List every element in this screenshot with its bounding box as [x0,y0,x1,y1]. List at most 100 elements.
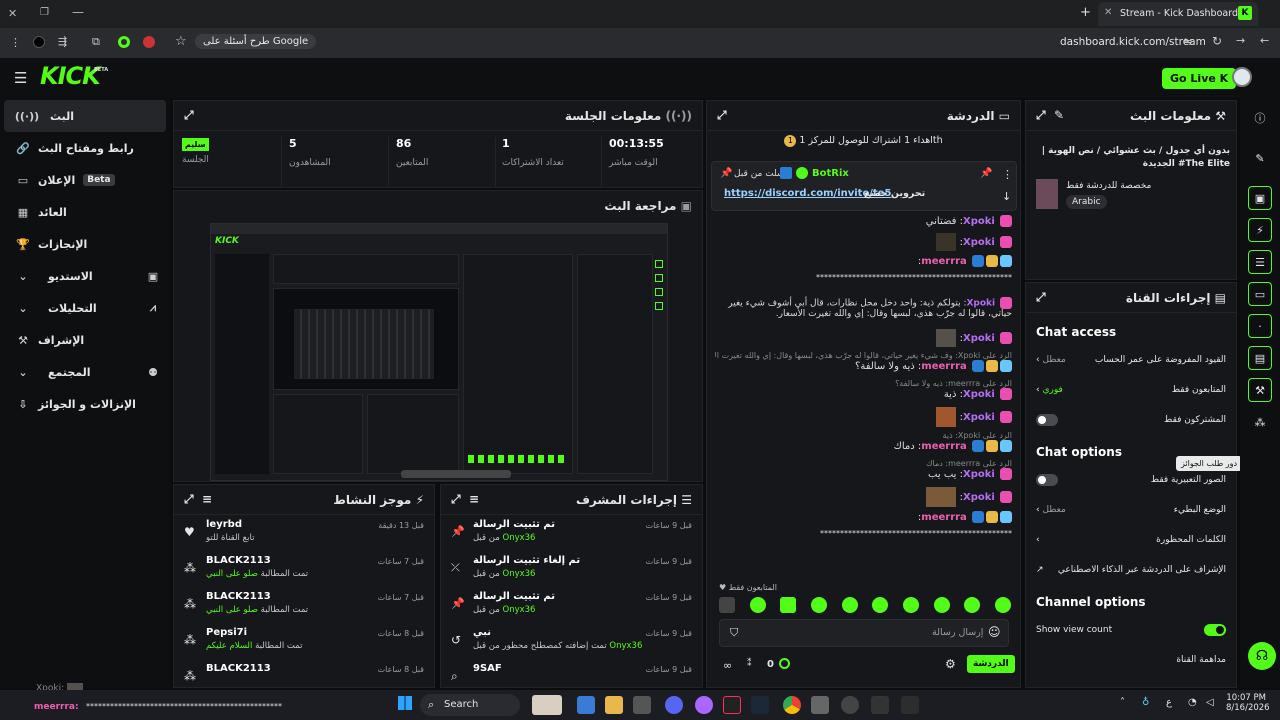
tab-close-icon[interactable]: ✕ [1104,7,1112,18]
kick-logo[interactable]: KICK [40,62,101,90]
mod-user[interactable]: Onyx36 [609,641,642,651]
chat-settings-icon[interactable]: ⚙ [945,657,956,671]
emote-8[interactable] [933,597,950,613]
expand-icon[interactable]: ⤢ [184,108,194,123]
emote-3[interactable] [780,597,797,613]
app4-icon[interactable] [901,696,919,714]
mod-user[interactable]: Onyx36 [503,605,536,615]
chat-button[interactable]: ▭ [1248,282,1272,306]
nav-item-studio[interactable]: ⌄ الاستديو ▣ [0,260,170,292]
google-ask-pill[interactable]: طرح أسئلة على Google [195,34,317,49]
mic-icon[interactable]: ♁ [1142,697,1149,708]
menu-dots-icon[interactable]: ⋮ [10,36,21,49]
stream-preview-video[interactable]: KICK [210,223,668,481]
chat-input[interactable]: ⛉ إرسال رسالة ☺ [719,619,1009,647]
nav-item-revenue[interactable]: ▦ العائد [0,196,170,228]
nav-item-stream[interactable]: ((·)) البث [4,100,166,132]
expand-icon[interactable]: ⤢ [1036,290,1046,305]
chat-username[interactable]: Xpoki [966,299,995,309]
site-settings-icon[interactable]: ⇋ [1183,35,1192,48]
taskbar-search[interactable]: ⌕ Search [420,694,520,716]
file-explorer-icon[interactable] [605,696,623,714]
nav-item-drops[interactable]: ⇩ الإنزالات و الجوائز [0,388,170,420]
chat-mod-icon[interactable]: ⁑ [747,659,752,669]
emote-1[interactable] [719,597,735,613]
tiktok-icon[interactable] [723,696,741,714]
puzzle-icon[interactable]: ⧉ [92,35,100,49]
wifi-icon[interactable]: ◔ [1188,697,1197,708]
emote-5[interactable] [841,597,858,613]
setting-ai-moderation[interactable]: الإشراف على الدردشة عبر الذكاء الاصطناعي… [1026,555,1236,585]
app3-icon[interactable] [871,696,889,714]
setting-slow-mode[interactable]: الوضع البطيء معطل › [1026,495,1236,525]
windows-start-icon[interactable] [398,696,412,710]
collapse-arrow-icon[interactable]: ↓ [1002,190,1011,203]
help-button[interactable]: ☊ [1248,642,1276,670]
emotes-only-toggle[interactable] [1036,474,1058,486]
rewards-icon[interactable]: ⁂ [1248,410,1272,434]
volume-icon[interactable]: ◁ [1206,697,1214,708]
broadcast-button[interactable]: · [1248,314,1272,338]
shield-icon[interactable]: ⛉ [730,626,738,640]
mod-user[interactable]: Onyx36 [503,569,536,579]
pinned-message[interactable]: 📌 أرسلت من قبل BotRix https://discord.co… [711,161,1017,211]
expand-icon[interactable]: ⤢ [184,492,194,506]
emoji-icon[interactable]: ☺ [988,625,1001,639]
chrome-icon[interactable] [783,696,801,714]
app-icon[interactable] [633,696,651,714]
expand-icon[interactable]: ⤢ [717,108,727,123]
nav-item-moderation[interactable]: ⚒ الإشراف [0,324,170,356]
subscribers-only-toggle[interactable] [1036,414,1058,426]
chat-username[interactable]: Xpoki [963,389,995,400]
setting-banned-words[interactable]: الكلمات المحظورة › [1026,525,1236,555]
emote-6[interactable] [872,597,889,613]
app2-icon[interactable] [695,696,713,714]
chat-username[interactable]: Xpoki [963,237,995,248]
setting-account-age[interactable]: القيود المفروضة على عمر الحساب معطل › [1026,345,1236,375]
settings-app-icon[interactable] [811,696,829,714]
chat-username[interactable]: Xpoki [963,216,995,227]
back-icon[interactable]: ← [1260,34,1269,47]
close-window-icon[interactable]: ✕ [8,7,17,20]
taskbar-task-view-icon[interactable] [577,696,595,714]
emote-2[interactable] [749,597,766,613]
setting-followers-only[interactable]: المتابعون فقط فوري › [1026,375,1236,405]
chat-username[interactable]: Xpoki [963,412,995,423]
emote-7[interactable] [902,597,919,613]
nav-item-key[interactable]: 🔗 رابط ومفتاح البث [0,132,170,164]
setting-subscribers-only[interactable]: المشتركون فقط [1026,405,1236,435]
obs-icon[interactable] [841,696,859,714]
taskbar-widget-icon[interactable] [532,695,562,715]
new-tab-icon[interactable]: + [1080,5,1091,20]
setting-raid[interactable]: مداهمة القناة [1026,645,1236,675]
stream-info-button[interactable]: ▣ [1248,186,1272,210]
chat-username[interactable]: Xpoki [963,492,995,503]
show-view-count-toggle[interactable] [1204,624,1226,636]
nav-item-ads[interactable]: ▭ الإعلان Beta [0,164,170,196]
user-avatar[interactable] [1232,67,1252,87]
channel-button[interactable]: ▤ [1248,346,1272,370]
chat-username[interactable]: meerrra [921,512,967,523]
forward-icon[interactable]: → [1236,34,1245,47]
list-button[interactable]: ☰ [1248,250,1272,274]
chat-username[interactable]: Xpoki [963,333,995,344]
moderation-button[interactable]: ⚒ [1248,378,1272,402]
pinned-user[interactable]: BotRix [812,168,849,179]
language-indicator[interactable]: ع [1166,697,1172,708]
edit-icon[interactable]: ✎ [1054,108,1064,122]
profile-icon[interactable] [33,36,45,48]
expand-icon[interactable]: ⤢ [1036,108,1046,122]
minimize-window-icon[interactable]: — [72,5,84,19]
filter-icon[interactable]: ≡ [202,492,212,506]
reply-preview[interactable]: الرد على Xpoki: وف شيء يغير حياتي، قالوا… [715,351,1012,360]
tray-chevron-icon[interactable]: ˄ [1120,697,1125,708]
emote-4[interactable] [810,597,827,613]
go-live-button[interactable]: Go Live K [1162,68,1237,89]
chat-username[interactable]: meerrra [921,256,967,267]
quick-actions-button[interactable]: ⚡ [1248,218,1272,242]
bookmark-star-icon[interactable]: ☆ [175,34,187,49]
emote-9[interactable] [964,597,981,613]
category-name[interactable]: مخصصة للدردشة فقط [1066,181,1151,191]
reply-preview[interactable]: الرد على meerrra: دماك [715,459,1012,468]
filter-icon[interactable]: ≡ [469,492,479,506]
